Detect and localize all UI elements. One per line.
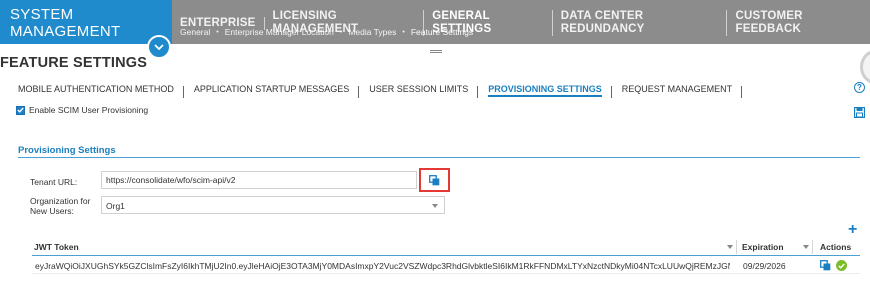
chevron-down-icon (154, 44, 164, 50)
expiration-cell: 09/29/2026 (743, 261, 786, 271)
tenant-url-field[interactable]: https://consolidate/wfo/scim-api/v2 (101, 171, 417, 189)
copy-tenant-url-button[interactable] (419, 168, 450, 192)
tab-label: PROVISIONING SETTINGS (488, 84, 602, 94)
jwt-grid-header: JWT Token Expiration Actions (32, 238, 860, 256)
column-header-expiration[interactable]: Expiration (742, 242, 784, 252)
column-divider (736, 240, 737, 254)
side-panel-toggle[interactable] (860, 50, 870, 84)
tab-mobile-authentication-method[interactable]: MOBILE AUTHENTICATION METHOD (18, 84, 184, 98)
enable-scim-checkbox[interactable] (16, 105, 25, 115)
brand-line-2: MANAGEMENT (10, 23, 121, 40)
nav-data-center-redundancy[interactable]: DATA CENTER REDUNDANCY (553, 10, 728, 36)
add-icon[interactable]: + (848, 222, 857, 238)
subnav-general[interactable]: General (180, 27, 210, 37)
app-brand[interactable]: SYSTEM MANAGEMENT (0, 0, 172, 44)
checkmark-icon (17, 107, 24, 113)
table-row[interactable]: eyJraWQiOiJXUGhSYk5GZClsImFsZyI6IkhTMjU2… (32, 256, 860, 274)
nav-customer-feedback[interactable]: CUSTOMER FEEDBACK (727, 10, 870, 36)
top-bar: SYSTEM MANAGEMENT ENTERPRISE LICENSING M… (0, 0, 870, 59)
enable-scim-checkbox-row[interactable]: Enable SCIM User Provisioning (16, 105, 148, 115)
tab-label: MOBILE AUTHENTICATION METHOD (18, 84, 174, 94)
copy-icon (429, 174, 440, 185)
sort-caret-icon[interactable] (803, 245, 809, 249)
save-icon[interactable] (853, 105, 866, 119)
column-header-jwt-token[interactable]: JWT Token (34, 242, 79, 252)
dropdown-caret-icon (432, 204, 438, 208)
subnav-media-types[interactable]: Media Types (348, 27, 396, 37)
tab-label: APPLICATION STARTUP MESSAGES (193, 84, 350, 94)
column-header-actions: Actions (820, 242, 852, 252)
tenant-url-label: Tenant URL: (30, 177, 78, 187)
organization-label: Organization for New Users: (30, 196, 90, 216)
settings-tabs: MOBILE AUTHENTICATION METHOD APPLICATION… (18, 84, 743, 98)
subnav-separator: • (216, 28, 219, 36)
help-icon[interactable]: ? (854, 82, 865, 93)
menu-toggle-button[interactable] (147, 35, 171, 59)
check-circle-icon[interactable] (836, 260, 847, 271)
organization-label-line-1: Organization for (30, 196, 91, 206)
section-divider (18, 157, 860, 158)
tab-request-management[interactable]: REQUEST MANAGEMENT (612, 84, 743, 98)
drag-handle[interactable] (430, 50, 442, 53)
jwt-token-cell: eyJraWQiOiJXUGhSYk5GZClsImFsZyI6IkhTMjU2… (35, 261, 730, 271)
sub-nav: General • Enterprise Manager Location • … (180, 27, 473, 37)
enable-scim-label: Enable SCIM User Provisioning (29, 105, 149, 115)
copy-icon[interactable] (820, 260, 831, 271)
organization-label-line-2: New Users: (30, 206, 74, 216)
subnav-enterprise-manager-location[interactable]: Enterprise Manager Location (225, 27, 334, 37)
subnav-separator: • (339, 28, 343, 36)
tab-provisioning-settings[interactable]: PROVISIONING SETTINGS (478, 84, 612, 98)
tab-application-startup-messages[interactable]: APPLICATION STARTUP MESSAGES (184, 84, 360, 98)
column-divider (812, 240, 813, 254)
sort-caret-icon[interactable] (727, 245, 733, 249)
organization-select-value: Org1 (106, 201, 125, 211)
subnav-feature-settings[interactable]: Feature Settings (411, 27, 473, 37)
organization-select[interactable]: Org1 (101, 196, 445, 214)
brand-line-1: SYSTEM (10, 6, 74, 23)
page-title: FEATURE SETTINGS (0, 55, 148, 71)
section-title-provisioning: Provisioning Settings (18, 145, 116, 156)
tab-label: USER SESSION LIMITS (369, 84, 469, 94)
tab-user-session-limits[interactable]: USER SESSION LIMITS (359, 84, 479, 98)
subnav-separator: • (402, 28, 405, 36)
tab-label: REQUEST MANAGEMENT (621, 84, 733, 94)
